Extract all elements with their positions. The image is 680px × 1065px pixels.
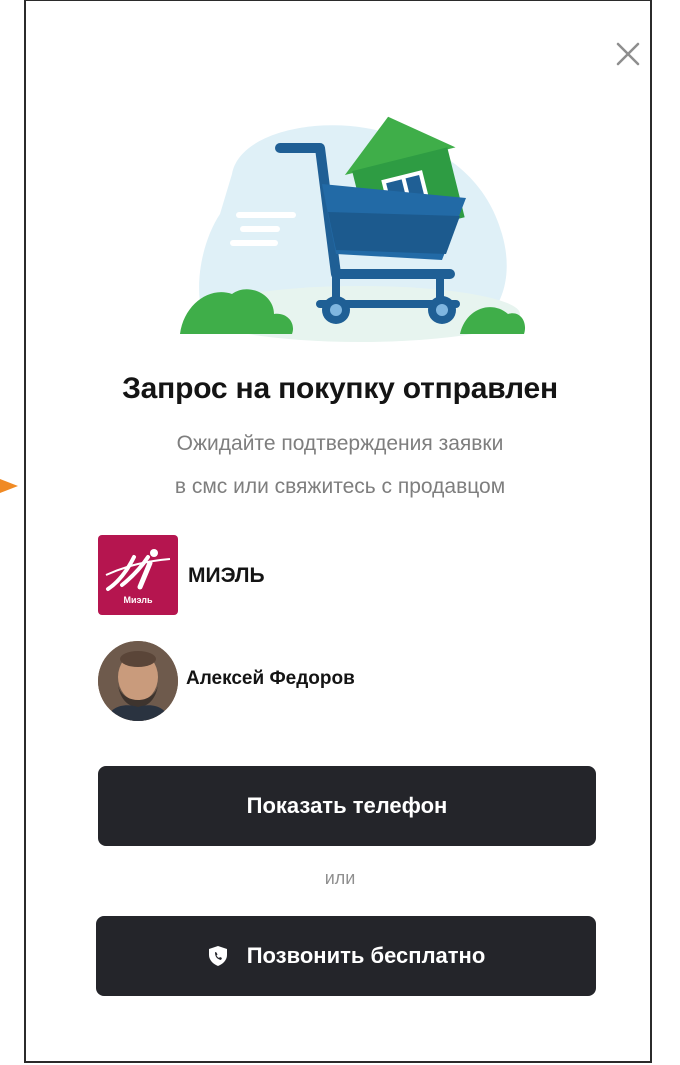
shield-phone-icon xyxy=(208,946,227,966)
dialog-title: Запрос на покупку отправлен xyxy=(122,372,558,405)
seller-name[interactable]: МИЭЛЬ xyxy=(188,564,265,588)
call-free-button[interactable]: Позвонить бесплатно xyxy=(96,916,596,996)
seller-logo-text: Миэль xyxy=(123,595,152,605)
show-phone-button[interactable]: Показать телефон xyxy=(98,766,596,846)
dialog-subtitle-line-1: Ожидайте подтверждения заявки xyxy=(176,432,504,455)
call-free-button-label: Позвонить бесплатно xyxy=(246,943,486,968)
close-icon[interactable] xyxy=(610,36,646,72)
seller-logo-mark-icon: Миэль xyxy=(105,549,171,605)
show-phone-button-label: Показать телефон xyxy=(246,793,448,818)
agent-avatar xyxy=(98,641,178,721)
agent-name[interactable]: Алексей Федоров xyxy=(186,668,355,690)
seller-logo: Миэль xyxy=(98,535,178,615)
dialog-subtitle-line-2: в смс или свяжитесь с продавцом xyxy=(174,475,506,498)
agent-photo xyxy=(98,641,178,721)
cart-house-illustration xyxy=(180,116,526,342)
or-separator: или xyxy=(324,868,356,888)
